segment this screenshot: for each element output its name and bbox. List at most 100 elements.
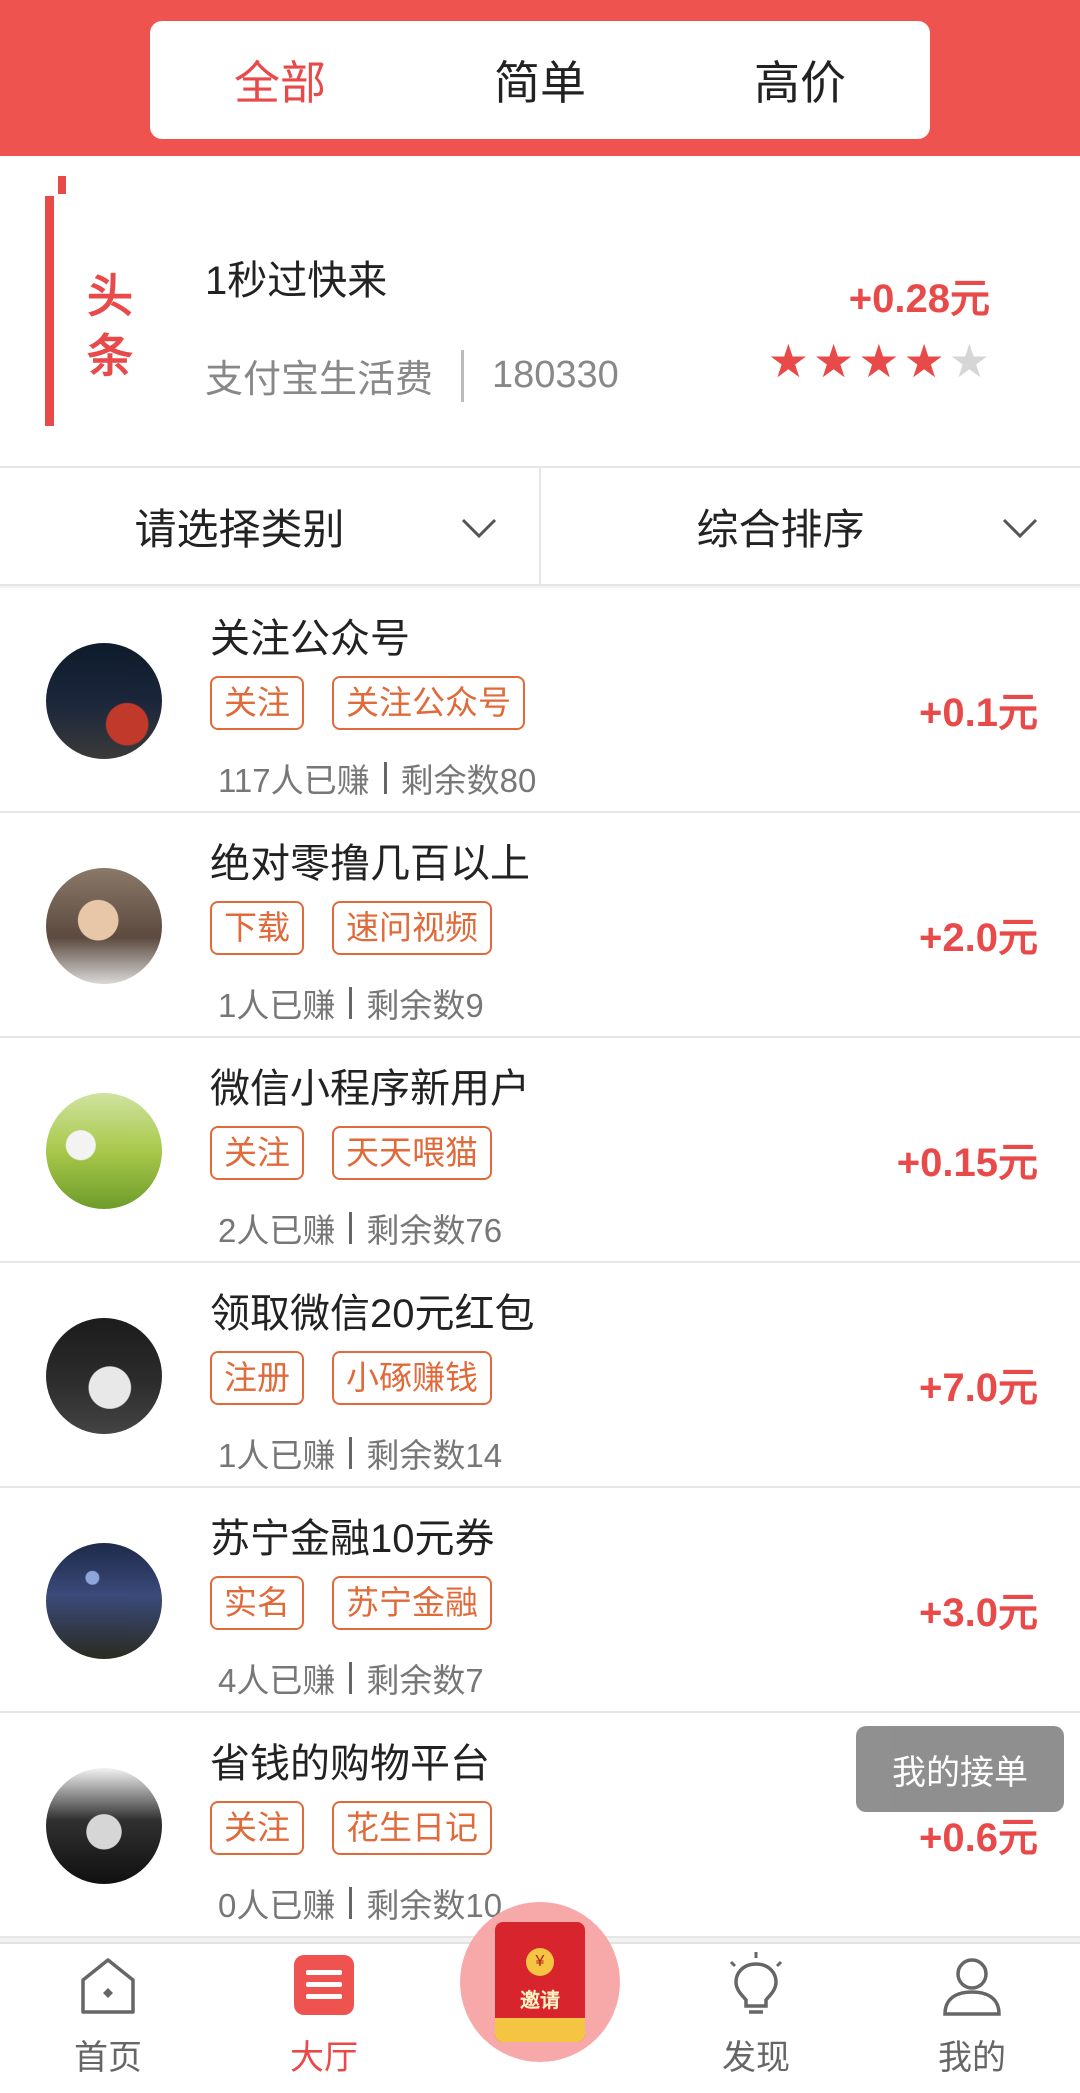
- filter-bar: 请选择类别 综合排序: [0, 466, 1080, 586]
- earned-count: 1人已赚: [218, 987, 336, 1024]
- starry-sky-avatar: [46, 1543, 162, 1659]
- task-stats: 2人已赚 剩余数76: [218, 1204, 502, 1252]
- city-night-avatar: [46, 643, 162, 759]
- sort-dropdown[interactable]: 综合排序: [539, 468, 1080, 584]
- task-price: +3.0元: [919, 1591, 1038, 1635]
- task-row[interactable]: 关注公众号 关注 关注公众号 117人已赚 剩余数80 +0.1元: [0, 588, 1080, 813]
- task-tag: 下载: [210, 901, 304, 955]
- rating-stars: ★ ★ ★ ★ ★: [768, 336, 990, 386]
- task-row[interactable]: 领取微信20元红包 注册 小硺赚钱 1人已赚 剩余数14 +7.0元: [0, 1263, 1080, 1488]
- task-price: +7.0元: [919, 1366, 1038, 1410]
- earned-count: 2人已赚: [218, 1212, 336, 1249]
- task-stats: 0人已赚 剩余数10: [218, 1879, 502, 1927]
- task-tag: 实名: [210, 1576, 304, 1630]
- divider: [349, 1212, 353, 1244]
- sort-dropdown-label: 综合排序: [696, 505, 865, 553]
- task-stats: 4人已赚 剩余数7: [218, 1654, 484, 1702]
- task-tag: 花生日记: [332, 1801, 492, 1855]
- task-tag: 关注: [210, 1126, 304, 1180]
- task-stats: 1人已赚 剩余数14: [218, 1429, 502, 1477]
- task-title: 苏宁金融10元券: [210, 1517, 495, 1561]
- task-stats: 1人已赚 剩余数9: [218, 979, 484, 1027]
- headline-accent-bar: [45, 196, 54, 426]
- hall-icon: [294, 1955, 354, 2015]
- tab-all[interactable]: 全部: [150, 21, 410, 139]
- man-portrait-avatar: [46, 868, 162, 984]
- user-icon: [943, 1958, 1001, 2016]
- divider: [349, 1887, 353, 1919]
- task-tag: 速问视频: [332, 901, 492, 955]
- tab-high-price[interactable]: 高价: [670, 21, 930, 139]
- nav-hall-label: 大厅: [290, 2039, 358, 2077]
- remaining-count: 剩余数9: [366, 987, 484, 1024]
- task-tag: 注册: [210, 1351, 304, 1405]
- chevron-down-icon: [1002, 518, 1038, 539]
- remaining-count: 剩余数14: [366, 1437, 503, 1474]
- task-title: 省钱的购物平台: [210, 1742, 490, 1786]
- red-envelope-icon: ¥ 邀请: [495, 1922, 585, 2042]
- segment-tabs: 全部 简单 高价: [150, 21, 930, 139]
- anime-boy-avatar: [46, 1318, 162, 1434]
- task-price: +0.1元: [919, 691, 1038, 735]
- task-tag: 苏宁金融: [332, 1576, 492, 1630]
- lightbulb-icon: [729, 1952, 783, 2014]
- headline-category: 支付宝生活费: [205, 359, 434, 401]
- nav-discover[interactable]: 发现: [648, 1944, 864, 2093]
- task-title: 绝对零撸几百以上: [210, 842, 530, 886]
- divider: [461, 349, 465, 402]
- nav-home-label: 首页: [74, 2039, 142, 2077]
- task-tags: 关注 关注公众号: [210, 676, 525, 730]
- task-row[interactable]: 微信小程序新用户关注 天天喂猫 2人已赚 剩余数76 +0.15元: [0, 1038, 1080, 1263]
- headline-banner[interactable]: 头条 1秒过快来 支付宝生活费 180330 +0.28元 ★ ★ ★ ★ ★: [0, 156, 1080, 466]
- headline-subtitle: 支付宝生活费 180330: [205, 348, 619, 403]
- divider: [383, 762, 387, 794]
- star-icon: ★: [813, 335, 855, 387]
- task-tag: 天天喂猫: [332, 1126, 492, 1180]
- category-dropdown-label: 请选择类别: [134, 505, 345, 553]
- my-orders-button[interactable]: 我的接单: [856, 1726, 1064, 1812]
- invite-button[interactable]: ¥ 邀请: [460, 1902, 620, 2062]
- top-header: 全部 简单 高价: [0, 0, 1080, 156]
- headline-code: 180330: [492, 354, 619, 396]
- task-price: +0.6元: [919, 1816, 1038, 1860]
- task-tag: 关注: [210, 676, 304, 730]
- task-stats: 117人已赚 剩余数80: [218, 754, 536, 802]
- divider: [349, 1437, 353, 1469]
- divider: [349, 987, 353, 1019]
- task-row[interactable]: 绝对零撸几百以上下载 速问视频 1人已赚 剩余数9 +2.0元: [0, 813, 1080, 1038]
- task-tag: 小硺赚钱: [332, 1351, 492, 1405]
- task-tags: 实名 苏宁金融: [210, 1576, 492, 1630]
- home-icon: [81, 1958, 135, 2014]
- chevron-down-icon: [461, 518, 497, 539]
- bw-portrait-avatar: [46, 1768, 162, 1884]
- nav-discover-label: 发现: [722, 2039, 790, 2077]
- task-price: +2.0元: [919, 916, 1038, 960]
- nav-mine-label: 我的: [938, 2039, 1006, 2077]
- earned-count: 1人已赚: [218, 1437, 336, 1474]
- divider: [349, 1662, 353, 1694]
- nav-mine[interactable]: 我的: [864, 1944, 1080, 2093]
- headline-title: 1秒过快来: [205, 259, 388, 303]
- earned-count: 117人已赚: [218, 762, 370, 799]
- task-title: 关注公众号: [210, 617, 410, 661]
- headline-badge: 头条: [87, 270, 133, 382]
- task-tags: 关注 花生日记: [210, 1801, 492, 1855]
- star-icon: ★: [903, 335, 945, 387]
- envelope-flap: [495, 2018, 585, 2042]
- task-price: +0.15元: [896, 1141, 1038, 1185]
- nav-hall[interactable]: 大厅: [216, 1944, 432, 2093]
- remaining-count: 剩余数7: [366, 1662, 484, 1699]
- nav-home[interactable]: 首页: [0, 1944, 216, 2093]
- remaining-count: 剩余数76: [366, 1212, 503, 1249]
- headline-price: +0.28元: [848, 277, 990, 321]
- star-icon: ★: [767, 335, 809, 387]
- earned-count: 4人已赚: [218, 1662, 336, 1699]
- task-tag: 关注公众号: [332, 676, 525, 730]
- invite-label: 邀请: [520, 1990, 560, 2012]
- tab-simple[interactable]: 简单: [410, 21, 670, 139]
- couple-field-avatar: [46, 1093, 162, 1209]
- task-row[interactable]: 苏宁金融10元券实名 苏宁金融 4人已赚 剩余数7 +3.0元: [0, 1488, 1080, 1713]
- task-title: 微信小程序新用户: [210, 1067, 530, 1111]
- category-dropdown[interactable]: 请选择类别: [0, 468, 539, 584]
- remaining-count: 剩余数80: [400, 762, 537, 799]
